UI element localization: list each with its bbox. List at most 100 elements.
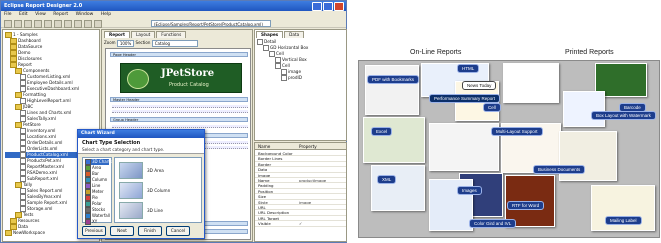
chart-type-label: Waterfall [92,213,110,218]
menu-help[interactable]: Help [101,12,111,17]
menu-edit[interactable]: Edit [19,12,28,17]
3d-area-label: 3D Area [147,168,164,173]
window-titlebar: Eclipse Report Designer 2.0 [1,1,346,11]
tree-item-label: Employee Details.xml [27,80,73,85]
new-icon[interactable] [4,20,12,28]
redo-icon[interactable] [84,20,92,28]
tab-report[interactable]: Report [104,31,131,38]
tree-item-label: PetStore [23,122,41,127]
wizard-title: Chart Wizard [81,131,115,136]
zoom-label: Zoom [104,40,116,45]
property-name: Visible [258,221,271,227]
news-today-tag: News Today [462,81,497,90]
3d-line-preview[interactable] [119,202,143,219]
report-banner[interactable]: JPetStore Product Catalog [120,63,242,93]
shape-icon [281,75,287,81]
outline-tree: Detail GD Horizontal Box Cell Vertical Box C… [257,39,345,139]
tab-shapes[interactable]: Shapes [256,31,284,38]
tab-functions[interactable]: Functions [156,31,187,38]
tree-item-label: Formatting [23,92,46,97]
xml-tag: XML [377,175,397,184]
properties-header: Name Property [255,143,346,150]
menu-file[interactable]: File [4,12,12,17]
minimize-button[interactable] [312,2,322,11]
tree-item-label: ProductsPet.xml [27,158,61,163]
pdf-bookmarks-tag: PDF with Bookmarks [367,75,420,84]
report-line [112,105,248,108]
tree-item-label: SubReport.xml [27,176,58,181]
finish-button[interactable]: Finish [138,226,162,236]
next-button[interactable]: Next [110,226,134,236]
tree-item-label: JDBC [23,104,34,109]
copy-icon[interactable] [54,20,62,28]
undo-icon[interactable] [74,20,82,28]
maximize-button[interactable] [323,2,333,11]
chart-type-label: Line [92,183,101,188]
pdf-sample [365,65,419,115]
outline-item-label: GD Horizontal Box [270,45,309,50]
menu-report[interactable]: Report [53,12,68,17]
property-row[interactable]: Visible ✓ [255,221,346,227]
open-icon[interactable] [14,20,22,28]
name-column-header: Name [258,144,271,149]
page-header-band[interactable]: Page Header [110,52,248,57]
outline-item-label: Cell [282,63,290,68]
tree-item-label: Inventory.xml [27,128,56,133]
chart-wizard-dialog: Chart Wizard Chart Type Selection Select… [77,129,205,239]
chart-type-label: Pie [92,195,98,200]
group-header-band[interactable]: Group Header [110,117,248,122]
cancel-button[interactable]: Cancel [166,226,190,236]
chart-type-icon [85,219,91,225]
menu-view[interactable]: View [35,12,46,17]
save-icon[interactable] [24,20,32,28]
chart-type-item[interactable]: XY [85,219,109,225]
folder-icon [5,230,12,236]
watermark-sample [503,63,559,103]
printed-reports-label: Printed Reports [565,49,614,56]
chart-type-list: 3D Charts Area Bar Column Line Meter Pie Polar S… [82,157,112,225]
cut-icon[interactable] [44,20,52,28]
outline-item[interactable]: prodID [257,75,345,81]
tree-item-label: ReportMaster.xml [27,164,64,169]
banner-title: JPetStore [161,68,215,79]
chart-subtype-previews: 3D Area 3D Column 3D Line [114,157,202,223]
tab-layout[interactable]: Layout [131,31,156,38]
run-icon[interactable] [94,20,102,28]
paste-icon[interactable] [64,20,72,28]
cell-tag: Cell [483,103,501,112]
chart-type-label: 3D Charts [92,159,112,164]
html-tag: HTML [457,64,480,73]
zoom-select[interactable]: 100% [116,39,135,47]
report-line [112,110,248,113]
master-header-band[interactable]: Master Header [110,97,248,102]
tree-item-label: OrderLists.xml [27,146,58,151]
previous-button[interactable]: Previous [82,226,106,236]
3d-area-preview[interactable] [119,162,143,179]
chart-type-label: Area [92,165,102,170]
property-value[interactable]: ✓ [299,221,302,225]
outline-tabs: Shapes Data [256,31,305,38]
xml-sample [371,165,425,211]
wizard-heading: Chart Type Selection [82,140,141,146]
tree-item-label: CustomerListing.xml [27,74,71,79]
chart-type-label: Stocks [92,207,106,212]
rtf-word-tag: RTF for Word [507,201,545,210]
menu-window[interactable]: Window [76,12,94,17]
tree-item-label: RSADemo.xml [27,170,57,175]
tree-item-label: Disclosures [18,56,42,61]
print-icon[interactable] [34,20,42,28]
section-label: Section [135,40,151,45]
wizard-subheading: Select a chart category and chart type. [82,147,165,152]
tab-data[interactable]: Data [284,31,305,38]
performance-summary-tag: Performance Summary Report [429,94,501,103]
section-select[interactable]: Catalog [151,39,198,47]
tree-item-label: Lines and Charts.xml [27,110,72,115]
3d-column-preview[interactable] [119,182,143,199]
file-path-field[interactable]: (Eclipse/Samples/Report/PetStore/Product… [151,20,271,27]
online-reports-label: On-Line Reports [410,49,462,56]
multi-layout-sample [429,123,499,171]
close-button[interactable] [334,2,344,11]
wizard-titlebar: Chart Wizard [78,130,204,138]
tree-item-label: Storage.xml [27,206,53,211]
chart-type-label: XY [92,219,98,224]
